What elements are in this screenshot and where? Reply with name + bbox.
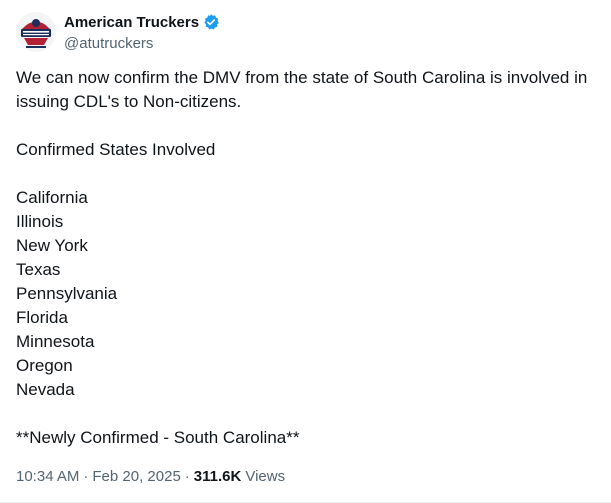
verified-badge-icon[interactable] bbox=[202, 13, 220, 31]
list-heading: Confirmed States Involved bbox=[16, 140, 216, 159]
tweet-body: We can now confirm the DMV from the stat… bbox=[16, 66, 596, 450]
author-block: American Truckers @atutruckers bbox=[64, 12, 220, 54]
meta-separator: · bbox=[184, 467, 190, 485]
list-item: Illinois bbox=[16, 212, 64, 231]
handle[interactable]: @atutruckers bbox=[64, 34, 220, 54]
views-count[interactable]: 311.6K bbox=[194, 468, 242, 485]
avatar[interactable] bbox=[16, 12, 56, 52]
display-name[interactable]: American Truckers bbox=[64, 14, 199, 31]
meta-separator: · bbox=[83, 467, 89, 485]
tweet-card: American Truckers @atutruckers We can no… bbox=[0, 0, 611, 503]
timestamp-date[interactable]: Feb 20, 2025 bbox=[92, 468, 180, 485]
list-item: California bbox=[16, 188, 88, 207]
tweet-meta: 10:34 AM · Feb 20, 2025 · 311.6K Views bbox=[16, 466, 285, 486]
list-item: Nevada bbox=[16, 380, 75, 399]
states-list: California Illinois New York Texas Penns… bbox=[16, 186, 596, 402]
timestamp-time[interactable]: 10:34 AM bbox=[16, 468, 79, 485]
list-item: Minnesota bbox=[16, 332, 95, 351]
tweet-closing: **Newly Confirmed - South Carolina** bbox=[16, 428, 300, 447]
list-item: Pennsylvania bbox=[16, 284, 118, 303]
views-label[interactable]: Views bbox=[245, 468, 285, 485]
list-item: New York bbox=[16, 236, 88, 255]
list-item: Texas bbox=[16, 260, 61, 279]
name-row: American Truckers bbox=[64, 12, 220, 32]
atu-logo-icon bbox=[16, 12, 56, 52]
list-item: Florida bbox=[16, 308, 68, 327]
tweet-intro: We can now confirm the DMV from the stat… bbox=[16, 68, 588, 111]
list-item: Oregon bbox=[16, 356, 73, 375]
